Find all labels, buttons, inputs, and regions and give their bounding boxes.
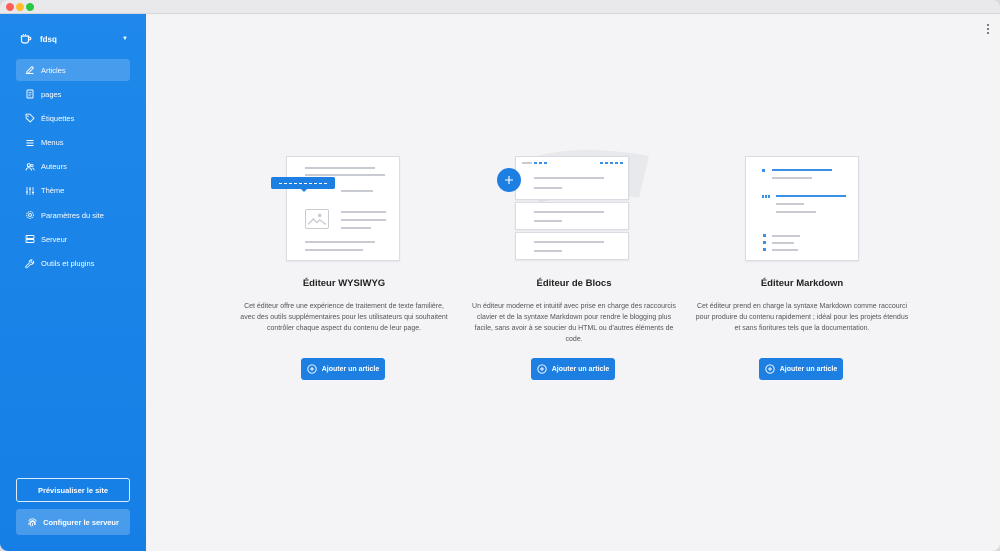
plus-circle-icon	[307, 364, 317, 374]
sidebar-nav: Articles pages Étiquettes Menus Auteurs …	[16, 59, 130, 277]
chevron-down-icon: ▼	[122, 36, 128, 42]
editor-title: Éditeur Markdown	[760, 278, 844, 289]
minimize-window-button[interactable]	[16, 3, 24, 11]
close-window-button[interactable]	[6, 3, 14, 11]
sidebar-item-theme[interactable]: Thème	[16, 180, 130, 202]
sidebar: fdsq ▼ Articles pages Étiquettes Menus A…	[0, 14, 146, 551]
sidebar-item-label: Outils et plugins	[41, 259, 95, 268]
add-article-label: Ajouter un article	[779, 365, 838, 373]
wrench-icon	[25, 258, 35, 269]
editor-card-wysiwyg: Éditeur WYSIWYG Cet éditeur offre une ex…	[229, 156, 459, 380]
maximize-window-button[interactable]	[26, 3, 34, 11]
editor-title: Éditeur WYSIWYG	[302, 278, 386, 289]
more-options-icon[interactable]	[984, 22, 992, 36]
sidebar-item-server[interactable]: Serveur	[16, 228, 130, 250]
add-article-button[interactable]: Ajouter un article	[301, 358, 385, 380]
blocks-illustration-icon	[459, 149, 689, 266]
editor-card-blocks: Éditeur de Blocs Un éditeur moderne et i…	[459, 149, 689, 380]
sidebar-item-articles[interactable]: Articles	[16, 59, 130, 81]
editor-description: Cet éditeur offre une expérience de trai…	[240, 303, 448, 332]
editor-description: Cet éditeur prend en charge la syntaxe M…	[695, 303, 909, 332]
pencil-icon	[25, 65, 35, 75]
gear-icon	[25, 210, 35, 220]
sidebar-item-tags[interactable]: Étiquettes	[16, 107, 130, 129]
wysiwyg-illustration-icon	[229, 156, 459, 266]
configure-server-button[interactable]: Configurer le serveur	[16, 509, 130, 535]
sliders-icon	[25, 186, 35, 196]
sidebar-item-tools[interactable]: Outils et plugins	[16, 253, 130, 275]
plus-circle-icon	[537, 364, 547, 374]
editor-description: Un éditeur moderne et intuitif avec pris…	[472, 303, 676, 343]
sidebar-item-label: pages	[41, 89, 62, 99]
title-bar	[0, 0, 1000, 14]
site-selector[interactable]: fdsq ▼	[20, 31, 128, 47]
site-name: fdsq	[40, 34, 57, 44]
sidebar-item-site-settings[interactable]: Paramètres du site	[16, 204, 130, 226]
add-article-label: Ajouter un article	[551, 365, 610, 373]
plus-circle-icon	[765, 364, 775, 374]
sidebar-item-label: Serveur	[41, 234, 68, 244]
fingerprint-icon	[27, 517, 38, 528]
app-window: fdsq ▼ Articles pages Étiquettes Menus A…	[0, 0, 1000, 551]
preview-site-button[interactable]: Prévisualiser le site	[16, 478, 130, 502]
main-content: Éditeur WYSIWYG Cet éditeur offre une ex…	[146, 14, 1000, 551]
sidebar-item-label: Étiquettes	[41, 113, 75, 123]
sidebar-item-label: Thème	[41, 186, 65, 196]
configure-server-label: Configurer le serveur	[43, 517, 119, 527]
add-article-button[interactable]: Ajouter un article	[531, 358, 615, 380]
tag-icon	[25, 113, 35, 124]
users-icon	[25, 162, 35, 172]
sidebar-item-menus[interactable]: Menus	[16, 132, 130, 154]
add-article-button[interactable]: Ajouter un article	[759, 358, 843, 380]
sidebar-item-label: Auteurs	[41, 162, 67, 172]
add-article-label: Ajouter un article	[321, 365, 380, 373]
editor-card-markdown: Éditeur Markdown Cet éditeur prend en ch…	[687, 156, 917, 380]
page-icon	[25, 89, 35, 99]
server-icon	[25, 234, 35, 244]
sidebar-item-label: Paramètres du site	[41, 210, 104, 220]
sidebar-item-label: Menus	[41, 138, 64, 148]
coffee-cup-icon	[20, 33, 32, 45]
menu-icon	[25, 138, 35, 148]
editor-title: Éditeur de Blocs	[536, 278, 612, 289]
sidebar-item-pages[interactable]: pages	[16, 83, 130, 105]
markdown-illustration-icon	[687, 156, 917, 266]
sidebar-item-label: Articles	[41, 65, 66, 75]
sidebar-item-authors[interactable]: Auteurs	[16, 156, 130, 178]
